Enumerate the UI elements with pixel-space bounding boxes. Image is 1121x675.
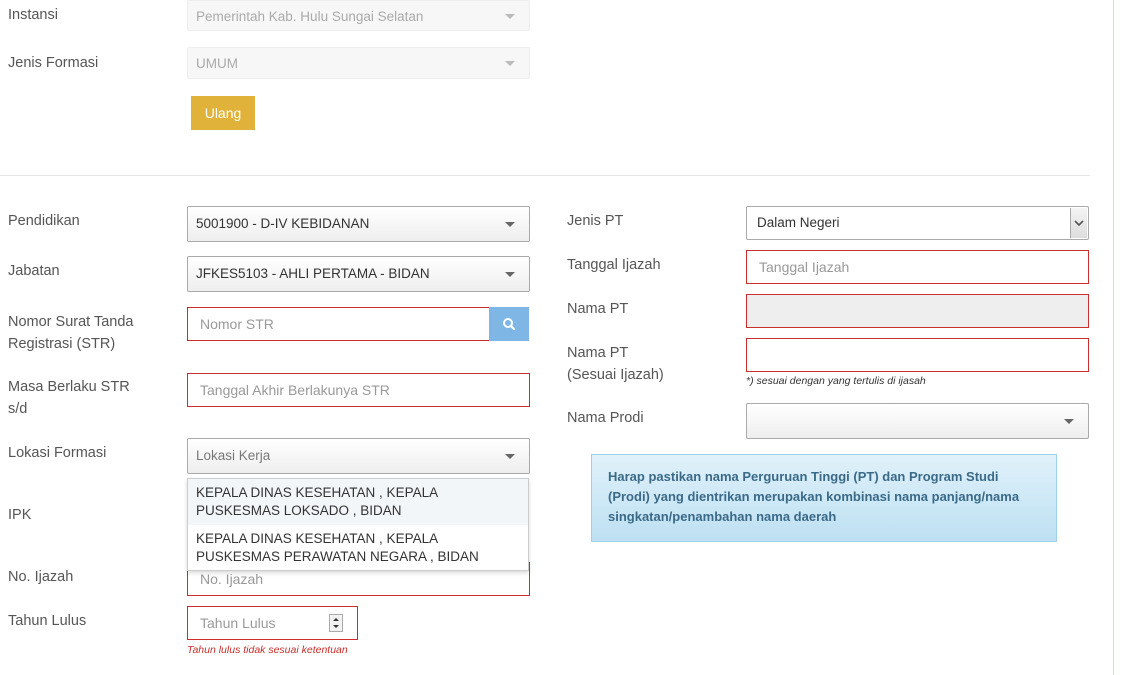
jenis-pt-label: Jenis PT: [567, 213, 624, 229]
ulang-button[interactable]: Ulang: [191, 96, 255, 130]
chevron-down-icon: [505, 222, 515, 227]
nama-pt-label: Nama PT: [567, 301, 629, 317]
chevron-down-icon: [505, 272, 515, 277]
lokasi-option-line2: PUSKESMAS PERAWATAN NEGARA , BIDAN: [196, 549, 479, 564]
tanggal-ijazah-placeholder: Tanggal Ijazah: [759, 259, 850, 275]
chevron-down-icon: [1064, 419, 1074, 424]
jenis-formasi-select[interactable]: UMUM: [187, 47, 530, 79]
nama-pt-input[interactable]: [746, 294, 1089, 328]
instansi-select[interactable]: Pemerintah Kab. Hulu Sungai Selatan: [187, 0, 530, 31]
jenis-pt-select[interactable]: Dalam Negeri: [746, 206, 1089, 240]
lokasi-option[interactable]: KEPALA DINAS KESEHATAN , KEPALA PUSKESMA…: [188, 479, 528, 525]
nama-pt-ijazah-hint: *) sesuai dengan yang tertulis di ijasah: [746, 375, 926, 387]
lokasi-label: Lokasi Formasi: [8, 445, 107, 461]
tanggal-ijazah-label: Tanggal Ijazah: [567, 257, 661, 273]
chevron-down-icon: [505, 454, 515, 459]
search-icon: [503, 318, 516, 331]
spinner-arrows-icon: [333, 618, 339, 628]
tahun-lulus-error: Tahun lulus tidak sesuai ketentuan: [187, 644, 348, 656]
pendidikan-label: Pendidikan: [8, 213, 80, 229]
chevron-down-icon: [505, 13, 515, 19]
str-search-button[interactable]: [489, 307, 529, 341]
ipk-label: IPK: [8, 507, 32, 523]
masa-placeholder: Tanggal Akhir Berlakunya STR: [200, 382, 390, 398]
masa-berlaku-input[interactable]: Tanggal Akhir Berlakunya STR: [187, 373, 530, 407]
tahun-lulus-label: Tahun Lulus: [8, 613, 87, 629]
nama-prodi-label: Nama Prodi: [567, 410, 644, 426]
jabatan-label: Jabatan: [8, 263, 60, 279]
str-input[interactable]: Nomor STR: [187, 307, 490, 341]
lokasi-option-line2: PUSKESMAS LOKSADO , BIDAN: [196, 503, 402, 518]
lokasi-dropdown: KEPALA DINAS KESEHATAN , KEPALA PUSKESMA…: [187, 478, 529, 571]
pendidikan-select[interactable]: 5001900 - D-IV KEBIDANAN: [187, 206, 530, 242]
tanggal-ijazah-input[interactable]: Tanggal Ijazah: [746, 250, 1089, 284]
jenis-formasi-value: UMUM: [196, 56, 238, 71]
section-divider: [0, 175, 1090, 176]
jabatan-value: JFKES5103 - AHLI PERTAMA - BIDAN: [196, 266, 430, 281]
masa-label-line1: Masa Berlaku STR: [8, 379, 130, 395]
lokasi-option[interactable]: KEPALA DINAS KESEHATAN , KEPALA PUSKESMA…: [188, 525, 528, 571]
nama-pt-ijazah-label-line1: Nama PT: [567, 345, 629, 361]
select-arrow-button: [1070, 208, 1087, 238]
str-label-line2: Registrasi (STR): [8, 336, 116, 352]
info-alert-text: Harap pastikan nama Perguruan Tinggi (PT…: [608, 469, 1020, 524]
jabatan-select[interactable]: JFKES5103 - AHLI PERTAMA - BIDAN: [187, 256, 530, 292]
pendidikan-value: 5001900 - D-IV KEBIDANAN: [196, 216, 370, 231]
lokasi-option-line1: KEPALA DINAS KESEHATAN , KEPALA: [196, 531, 439, 546]
lokasi-option-line1: KEPALA DINAS KESEHATAN , KEPALA: [196, 485, 439, 500]
chevron-down-icon: [505, 61, 515, 66]
str-label-line1: Nomor Surat Tanda: [8, 314, 134, 330]
str-placeholder: Nomor STR: [200, 316, 274, 332]
nama-pt-ijazah-label-line2: (Sesuai Ijazah): [567, 367, 664, 383]
jenis-formasi-label: Jenis Formasi: [8, 55, 99, 71]
jenis-pt-value: Dalam Negeri: [757, 215, 840, 230]
instansi-label: Instansi: [8, 7, 58, 23]
lokasi-select[interactable]: Lokasi Kerja: [187, 438, 530, 474]
instansi-value: Pemerintah Kab. Hulu Sungai Selatan: [196, 9, 424, 24]
nama-pt-ijazah-input[interactable]: [746, 338, 1089, 372]
chevron-down-icon: [1074, 220, 1084, 227]
lokasi-placeholder: Lokasi Kerja: [196, 448, 271, 463]
page-border-line: [1113, 0, 1114, 675]
info-alert: Harap pastikan nama Perguruan Tinggi (PT…: [591, 454, 1057, 542]
number-spinner[interactable]: [329, 614, 343, 632]
nama-prodi-select[interactable]: [746, 403, 1089, 439]
masa-label-line2: s/d: [8, 401, 28, 417]
tahun-placeholder: Tahun Lulus: [200, 615, 276, 631]
ijazah-label: No. Ijazah: [8, 569, 74, 585]
